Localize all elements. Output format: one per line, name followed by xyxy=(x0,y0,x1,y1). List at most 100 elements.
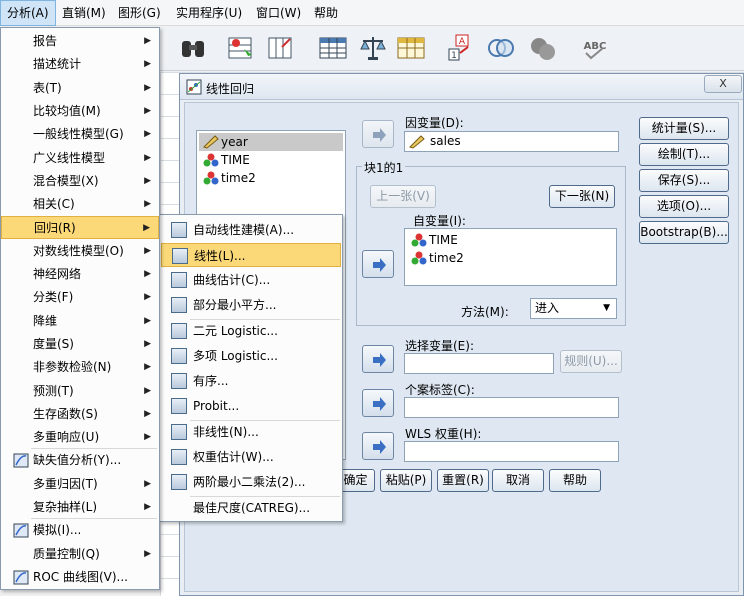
menu-utilities[interactable]: 实用程序(U) xyxy=(170,0,248,26)
menu-analyze[interactable]: 分析(A) xyxy=(0,0,56,26)
dependent-field[interactable]: sales xyxy=(404,131,619,152)
submenu-arrow-icon: ▶ xyxy=(144,176,151,186)
move-to-selection-button[interactable] xyxy=(362,345,394,373)
method-select[interactable]: 进入 ▼ xyxy=(530,298,617,319)
menu-item-10[interactable]: 神经网络 ▶ xyxy=(1,263,159,286)
cancel-button[interactable]: 取消 xyxy=(492,469,544,492)
move-to-case-labels-button[interactable] xyxy=(362,389,394,417)
menu-item-7[interactable]: 相关(C) ▶ xyxy=(1,193,159,216)
submenu-item-linear[interactable]: 线性(L)... xyxy=(161,243,341,267)
menu-item-22[interactable]: 质量控制(Q) ▶ xyxy=(1,543,159,566)
submenu-arrow-icon: ▶ xyxy=(144,269,151,279)
submenu-item-multinomial-logistic[interactable]: 多项 Logistic... xyxy=(161,344,341,368)
menu-help[interactable]: 帮助 xyxy=(308,0,344,26)
split-file-icon[interactable] xyxy=(396,33,426,63)
options-button[interactable]: 选项(O)... xyxy=(639,195,729,218)
menu-item-9[interactable]: 对数线性模型(O) ▶ xyxy=(1,240,159,263)
submenu-item-weight-estimation[interactable]: 权重估计(W)... xyxy=(161,445,341,469)
nonlinear-icon xyxy=(171,424,187,440)
bootstrap-button[interactable]: Bootstrap(B)... xyxy=(639,221,729,244)
submenu-item-two-stage-least-squares[interactable]: 两阶最小二乘法(2)... xyxy=(161,470,341,494)
use-sets-icon[interactable] xyxy=(486,33,516,63)
menu-item-4[interactable]: 一般线性模型(G) ▶ xyxy=(1,123,159,146)
menu-item-19[interactable]: 多重归因(T) ▶ xyxy=(1,473,159,496)
list-item-time[interactable]: TIME xyxy=(199,151,343,169)
menu-item-15[interactable]: 预测(T) ▶ xyxy=(1,380,159,403)
submenu-item-label: 自动线性建模(A)... xyxy=(193,223,295,237)
menu-item-label: 多重归因(T) xyxy=(33,477,98,491)
menu-item-20[interactable]: 复杂抽样(L) ▶ xyxy=(1,496,159,519)
move-to-independent-button[interactable] xyxy=(362,250,394,278)
previous-block-button[interactable]: 上一张(V) xyxy=(370,185,436,208)
selection-variable-field[interactable] xyxy=(404,353,554,374)
submenu-arrow-icon: ▶ xyxy=(144,153,151,163)
submenu-item-auto-linear[interactable]: 自动线性建模(A)... xyxy=(161,218,341,242)
menu-direct-marketing[interactable]: 直销(M) xyxy=(56,0,112,26)
dependent-label: 因变量(D): xyxy=(405,116,464,130)
reset-button[interactable]: 重置(R) xyxy=(437,469,489,492)
ruler-icon xyxy=(203,135,219,149)
plots-button[interactable]: 绘制(T)... xyxy=(639,143,729,166)
save-button[interactable]: 保存(S)... xyxy=(639,169,729,192)
submenu-item-probit[interactable]: Probit... xyxy=(161,394,341,418)
regression-dialog-icon xyxy=(186,79,202,95)
menu-item-5[interactable]: 广义线性模型 ▶ xyxy=(1,147,159,170)
submenu-item-partial-least-squares[interactable]: 部分最小平方... xyxy=(161,293,341,317)
menu-item-12[interactable]: 降维 ▶ xyxy=(1,310,159,333)
curve-estimation-icon xyxy=(171,272,187,288)
independent-list[interactable]: TIME time2 xyxy=(404,228,617,286)
rule-button[interactable]: 规则(U)... xyxy=(560,350,622,373)
paste-button[interactable]: 粘贴(P) xyxy=(380,469,432,492)
menu-item-3[interactable]: 比较均值(M) ▶ xyxy=(1,100,159,123)
menu-item-0[interactable]: 报告 ▶ xyxy=(1,30,159,53)
menu-window[interactable]: 窗口(W) xyxy=(250,0,307,26)
variables-icon[interactable] xyxy=(318,33,348,63)
move-to-wls-weight-button[interactable] xyxy=(362,432,394,460)
menu-item-8[interactable]: 回归(R) ▶ xyxy=(1,216,159,239)
submenu-arrow-icon: ▶ xyxy=(144,292,151,302)
show-all-variables-icon[interactable] xyxy=(528,33,558,63)
list-item-time2[interactable]: time2 xyxy=(199,169,343,187)
menu-item-label: 预测(T) xyxy=(33,384,74,398)
menu-item-6[interactable]: 混合模型(X) ▶ xyxy=(1,170,159,193)
list-item-time2[interactable]: time2 xyxy=(407,249,615,267)
submenu-item-label: 两阶最小二乘法(2)... xyxy=(193,475,306,489)
submenu-item-nonlinear[interactable]: 非线性(N)... xyxy=(161,420,341,444)
case-labels-field[interactable] xyxy=(404,397,619,418)
list-item-time[interactable]: TIME xyxy=(407,231,615,249)
menu-item-14[interactable]: 非参数检验(N) ▶ xyxy=(1,356,159,379)
submenu-item-label: 部分最小平方... xyxy=(193,298,277,312)
menu-item-1[interactable]: 描述统计 ▶ xyxy=(1,53,159,76)
menu-item-23[interactable]: ROC 曲线图(V)... xyxy=(1,566,159,589)
binoculars-icon[interactable] xyxy=(178,33,208,63)
menu-item-16[interactable]: 生存函数(S) ▶ xyxy=(1,403,159,426)
submenu-item-optimal-scaling[interactable]: 最佳尺度(CATREG)... xyxy=(161,496,341,520)
submenu-item-ordinal[interactable]: 有序... xyxy=(161,369,341,393)
weight-scale-icon[interactable] xyxy=(358,33,388,63)
menu-item-2[interactable]: 表(T) ▶ xyxy=(1,77,159,100)
help-button[interactable]: 帮助 xyxy=(549,469,601,492)
toolbar: A1 ABC xyxy=(160,27,744,71)
wls-weight-field[interactable] xyxy=(404,441,619,462)
menu-item-18[interactable]: 缺失值分析(Y)... xyxy=(1,449,159,472)
submenu-item-curve-estimation[interactable]: 曲线估计(C)... xyxy=(161,268,341,292)
regression-submenu: 自动线性建模(A)... 线性(L)... 曲线估计(C)... 部分最小平方.… xyxy=(159,214,343,522)
submenu-arrow-icon: ▶ xyxy=(144,386,151,396)
submenu-item-binary-logistic[interactable]: 二元 Logistic... xyxy=(161,319,341,343)
goto-case-icon[interactable] xyxy=(226,33,256,63)
arrow-right-icon xyxy=(373,440,386,454)
menu-item-13[interactable]: 度量(S) ▶ xyxy=(1,333,159,356)
statistics-button[interactable]: 统计量(S)... xyxy=(639,117,729,140)
menu-item-17[interactable]: 多重响应(U) ▶ xyxy=(1,426,159,449)
menu-graphs[interactable]: 图形(G) xyxy=(112,0,167,26)
spell-check-icon[interactable]: ABC xyxy=(580,33,610,63)
dialog-title-bar[interactable]: 线性回归 X xyxy=(180,74,743,100)
menu-item-11[interactable]: 分类(F) ▶ xyxy=(1,286,159,309)
list-item-year[interactable]: year xyxy=(199,133,343,151)
menu-item-21[interactable]: 模拟(I)... xyxy=(1,519,159,542)
dialog-close-button[interactable]: X xyxy=(704,75,742,93)
goto-variable-icon[interactable] xyxy=(266,33,296,63)
value-labels-icon[interactable]: A1 xyxy=(446,33,476,63)
move-to-dependent-button[interactable] xyxy=(362,120,394,148)
next-block-button[interactable]: 下一张(N) xyxy=(549,185,615,208)
